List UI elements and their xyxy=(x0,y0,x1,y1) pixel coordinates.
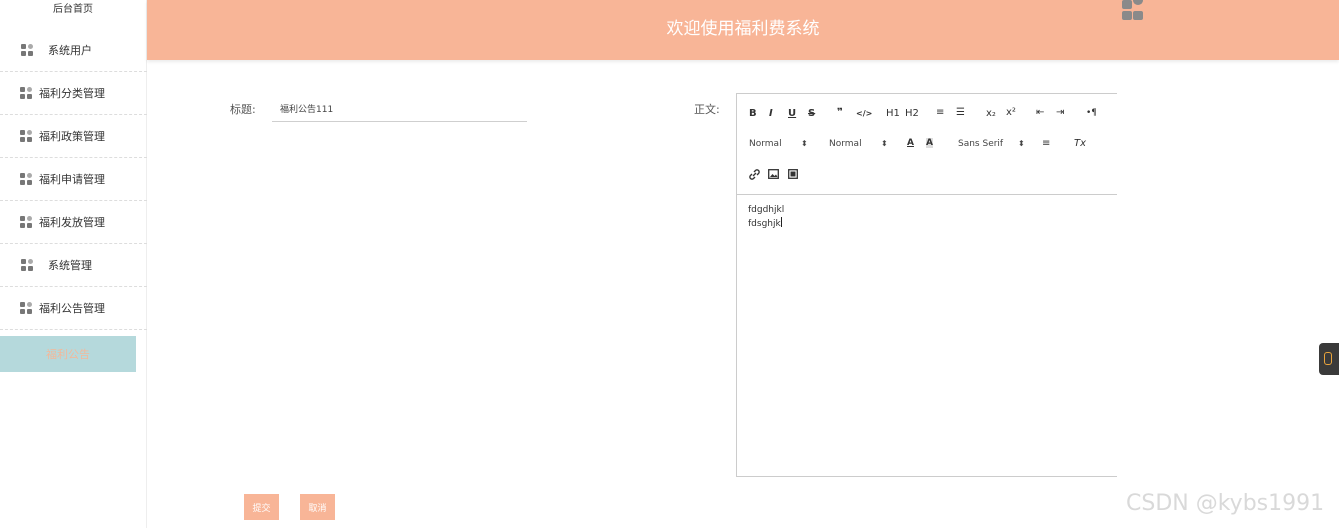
user-avatar-icon[interactable] xyxy=(1121,0,1147,20)
ordered-list-icon[interactable]: ≡ xyxy=(936,107,944,118)
sidebar-item-welfare-policy[interactable]: 福利政策管理 xyxy=(0,115,147,158)
rich-text-editor: B I U S ❞ </> H1 H2 ≡ ☰ x₂ x² ⇤ ⇥ •¶ Nor… xyxy=(736,93,1117,477)
bold-button[interactable]: B xyxy=(749,108,757,119)
superscript-button[interactable]: x² xyxy=(1006,107,1016,118)
blockquote-icon[interactable]: ❞ xyxy=(837,107,843,118)
sidebar-item-label: 福利申请管理 xyxy=(39,173,105,186)
page-title: 欢迎使用福利费系统 xyxy=(666,19,820,39)
sidebar-item-welfare-category[interactable]: 福利分类管理 xyxy=(0,72,147,115)
module-icon xyxy=(20,87,34,99)
underline-button[interactable]: U xyxy=(788,108,796,119)
title-input[interactable] xyxy=(272,96,527,122)
sidebar-item-label: 福利政策管理 xyxy=(39,130,105,143)
sidebar-item-label: 系统用户 xyxy=(48,44,92,57)
outdent-icon[interactable]: ⇤ xyxy=(1036,107,1044,118)
text-caret xyxy=(780,217,782,227)
cancel-button[interactable]: 取消 xyxy=(300,494,335,520)
sidebar: 后台首页 系统用户 福利分类管理 福利政策管理 福利申请管理 福利发放管理 系统… xyxy=(0,0,147,528)
submit-button[interactable]: 提交 xyxy=(244,494,279,520)
text-color-icon[interactable]: A xyxy=(907,138,914,148)
editor-content[interactable]: fdgdhjkl fdsghjk xyxy=(748,204,784,231)
clean-format-icon[interactable]: Tx xyxy=(1074,138,1086,149)
text-direction-icon[interactable]: •¶ xyxy=(1086,108,1097,118)
sidebar-item-welfare-notice[interactable]: 福利公告 xyxy=(0,336,136,372)
module-icon xyxy=(20,130,34,142)
image-icon[interactable] xyxy=(768,169,779,182)
header2-button[interactable]: H2 xyxy=(905,108,919,119)
strike-button[interactable]: S xyxy=(808,108,815,119)
font-picker-value: Sans Serif xyxy=(958,139,1004,149)
font-picker[interactable]: Sans Serif ⬍ xyxy=(958,139,1025,149)
link-icon[interactable] xyxy=(749,169,760,183)
module-icon xyxy=(20,216,34,228)
module-icon xyxy=(20,302,34,314)
body-label: 正文: xyxy=(694,103,720,116)
sidebar-item-label: 系统管理 xyxy=(48,259,92,272)
size-picker-value: Normal xyxy=(749,139,782,149)
bullet-list-icon[interactable]: ☰ xyxy=(956,107,965,118)
sidebar-item-label: 福利公告管理 xyxy=(39,302,105,315)
mouse-icon xyxy=(1324,352,1332,365)
background-color-icon[interactable]: A xyxy=(926,138,933,148)
subscript-button[interactable]: x₂ xyxy=(986,108,996,119)
picker-arrow-icon: ⬍ xyxy=(1018,139,1025,148)
video-icon[interactable] xyxy=(788,169,798,182)
sidebar-home-link[interactable]: 后台首页 xyxy=(0,0,146,24)
size-picker[interactable]: Normal ⬍ xyxy=(749,139,808,149)
floating-widget-button[interactable] xyxy=(1319,343,1339,375)
watermark: CSDN @kybs1991 xyxy=(1126,491,1325,516)
indent-icon[interactable]: ⇥ xyxy=(1056,107,1064,118)
sidebar-item-label: 福利分类管理 xyxy=(39,87,105,100)
top-header: 欢迎使用福利费系统 xyxy=(147,0,1339,60)
sidebar-item-system-users[interactable]: 系统用户 xyxy=(0,29,147,72)
content-line: fdsghjk xyxy=(748,219,781,229)
header1-button[interactable]: H1 xyxy=(886,108,900,119)
module-icon xyxy=(21,259,35,271)
code-icon[interactable]: </> xyxy=(856,109,872,118)
header-picker[interactable]: Normal ⬍ xyxy=(829,139,888,149)
sidebar-item-label: 福利发放管理 xyxy=(39,216,105,229)
picker-arrow-icon: ⬍ xyxy=(881,139,888,148)
sidebar-item-welfare-distribution[interactable]: 福利发放管理 xyxy=(0,201,147,244)
sidebar-item-welfare-notice-management[interactable]: 福利公告管理 xyxy=(0,287,147,330)
module-icon xyxy=(20,173,34,185)
header-picker-value: Normal xyxy=(829,139,862,149)
editor-toolbar: B I U S ❞ </> H1 H2 ≡ ☰ x₂ x² ⇤ ⇥ •¶ Nor… xyxy=(737,94,1117,195)
module-icon xyxy=(21,44,35,56)
sidebar-item-system-management[interactable]: 系统管理 xyxy=(0,244,147,287)
title-label: 标题: xyxy=(230,103,256,116)
content-line: fdgdhjkl xyxy=(748,205,785,215)
content-line-with-caret: fdsghjk xyxy=(748,217,784,231)
align-icon[interactable]: ≡ xyxy=(1042,138,1050,149)
italic-button[interactable]: I xyxy=(769,108,773,119)
picker-arrow-icon: ⬍ xyxy=(801,139,808,148)
sidebar-item-welfare-application[interactable]: 福利申请管理 xyxy=(0,158,147,201)
